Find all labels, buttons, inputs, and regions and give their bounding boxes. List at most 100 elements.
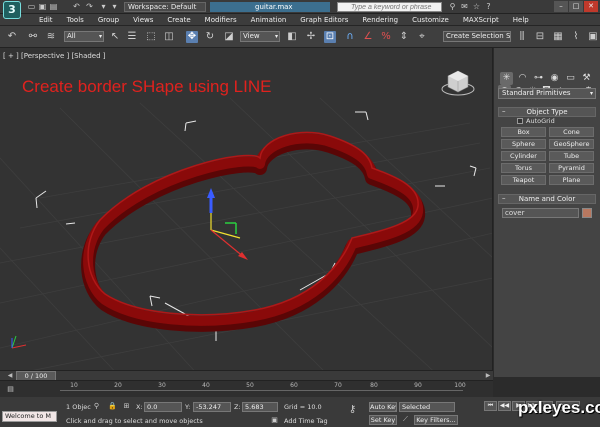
hold-icon[interactable]: ▾ [99,2,108,11]
edit-named-selection-icon[interactable]: ⌖ [416,31,428,43]
menu-modifiers[interactable]: Modifiers [198,14,244,25]
cone-button[interactable]: Cone [549,127,594,137]
maxscript-listener-input[interactable]: Welcome to M [2,411,57,422]
teapot-button[interactable]: Teapot [501,175,546,185]
bind-space-warp-icon[interactable]: ≋ [45,31,57,43]
selection-filter-dropdown[interactable]: All [64,31,104,42]
menu-views[interactable]: Views [126,14,160,25]
help-icon[interactable]: ? [484,2,493,11]
angle-snap-icon[interactable]: ∠ [362,31,374,43]
percent-snap-icon[interactable]: % [380,31,392,43]
menu-tools[interactable]: Tools [60,14,91,25]
time-tag-icon[interactable]: ▣ [270,416,279,425]
absolute-mode-icon[interactable]: ⊞ [122,402,131,411]
auto-key-button[interactable]: Auto Key [369,402,397,412]
modify-tab-icon[interactable]: ◠ [516,72,529,85]
menu-group[interactable]: Group [91,14,126,25]
align-icon[interactable]: ⊟ [534,31,546,43]
geosphere-button[interactable]: GeoSphere [549,139,594,149]
communication-center-icon[interactable]: ✉ [460,2,469,11]
select-by-name-icon[interactable]: ☰ [126,31,138,43]
create-tab-icon[interactable]: ✳ [500,72,513,85]
keyboard-shortcut-override-icon[interactable]: ⊡ [324,31,336,43]
spinner-snap-icon[interactable]: ⇕ [398,31,410,43]
pivot-center-icon[interactable]: ◧ [286,31,298,43]
app-logo-icon[interactable]: 3 [3,1,21,19]
track-bar[interactable]: ▤ 10 20 30 40 50 60 70 80 90 100 [0,380,493,397]
select-and-link-icon[interactable]: ⚯ [27,31,39,43]
menu-animation[interactable]: Animation [244,14,294,25]
display-tab-icon[interactable]: ▭ [564,72,577,85]
undo-toolbar-icon[interactable]: ↶ [6,31,18,43]
menu-edit[interactable]: Edit [32,14,60,25]
key-icon[interactable]: ⚷ [348,405,357,415]
select-and-rotate-icon[interactable]: ↻ [204,31,216,43]
select-manipulate-icon[interactable]: ✢ [305,31,317,43]
save-file-icon[interactable]: ▤ [49,2,58,11]
set-key-curve-icon[interactable]: ⟋ [401,415,410,424]
utilities-tab-icon[interactable]: ⚒ [580,72,593,85]
name-and-color-rollout[interactable]: Name and Color [498,194,596,204]
menu-maxscript[interactable]: MAXScript [456,14,506,25]
box-button[interactable]: Box [501,127,546,137]
key-mode-dropdown[interactable]: Selected [399,402,455,412]
layer-manager-icon[interactable]: ▦ [552,31,564,43]
autogrid-checkbox[interactable]: AutoGrid [517,117,555,125]
workspace-dropdown[interactable]: Workspace: Default [124,2,206,12]
add-time-tag-button[interactable]: Add Time Tag [284,417,328,425]
perspective-viewport[interactable]: [ + ] [Perspective ] [Shaded ] Create bo… [0,48,493,377]
curve-editor-icon[interactable]: ⌇ [570,31,582,43]
open-file-icon[interactable]: ▣ [38,2,47,11]
menu-help[interactable]: Help [506,14,536,25]
select-and-scale-icon[interactable]: ◪ [223,31,235,43]
motion-tab-icon[interactable]: ◉ [548,72,561,85]
tube-button[interactable]: Tube [549,151,594,161]
mini-curve-editor-icon[interactable]: ▤ [6,385,15,394]
primitive-type-dropdown[interactable]: Standard Primitives [498,88,596,99]
autogrid-check-icon[interactable] [517,118,523,124]
set-key-button[interactable]: Set Key [369,415,397,425]
isolate-selection-icon[interactable]: ⚲ [92,402,101,411]
plane-button[interactable]: Plane [549,175,594,185]
menu-customize[interactable]: Customize [405,14,456,25]
window-crossing-icon[interactable]: ◫ [163,31,175,43]
select-object-icon[interactable]: ↖ [109,31,121,43]
time-slider[interactable]: ◀ 0 / 100 ▶ [0,370,493,381]
x-coordinate-input[interactable]: 0.0 [144,402,182,412]
snaps-toggle-icon[interactable]: ∩ [344,31,356,43]
torus-button[interactable]: Torus [501,163,546,173]
pyramid-button[interactable]: Pyramid [549,163,594,173]
key-filters-button[interactable]: Key Filters... [414,415,458,425]
minimize-button[interactable]: – [554,1,568,12]
previous-frame-icon[interactable]: ◀◀ [498,401,511,411]
go-to-start-icon[interactable]: ⏮ [484,401,497,411]
object-color-swatch[interactable] [582,208,592,218]
sphere-button[interactable]: Sphere [501,139,546,149]
rectangular-selection-icon[interactable]: ⬚ [145,31,157,43]
reference-coordinate-dropdown[interactable]: View [240,31,280,42]
maximize-button[interactable]: □ [569,1,583,12]
cylinder-button[interactable]: Cylinder [501,151,546,161]
redo-icon[interactable]: ↷ [85,2,94,11]
z-coordinate-input[interactable]: 5.683 [242,402,278,412]
fetch-icon[interactable]: ▾ [110,2,119,11]
close-button[interactable]: ✕ [584,1,598,12]
menu-rendering[interactable]: Rendering [355,14,405,25]
binoculars-icon[interactable]: ⚲ [448,2,457,11]
selection-lock-icon[interactable]: 🔒 [108,402,117,411]
object-name-input[interactable]: cover [502,208,579,218]
search-input[interactable] [337,2,442,12]
hierarchy-tab-icon[interactable]: ⊶ [532,72,545,85]
select-and-move-icon[interactable]: ✥ [186,31,198,43]
undo-icon[interactable]: ↶ [72,2,81,11]
object-type-rollout[interactable]: Object Type [498,107,596,117]
favorites-star-icon[interactable]: ☆ [472,2,481,11]
menu-create[interactable]: Create [160,14,197,25]
viewport-label[interactable]: [ + ] [Perspective ] [Shaded ] [3,52,106,60]
menu-graph-editors[interactable]: Graph Editors [293,14,355,25]
y-coordinate-input[interactable]: -53.247 [193,402,231,412]
render-setup-icon[interactable]: ▣ [587,31,599,43]
named-selection-set-input[interactable]: Create Selection Se [443,31,511,42]
new-file-icon[interactable]: ▭ [27,2,36,11]
mirror-icon[interactable]: ⫼ [516,31,528,43]
